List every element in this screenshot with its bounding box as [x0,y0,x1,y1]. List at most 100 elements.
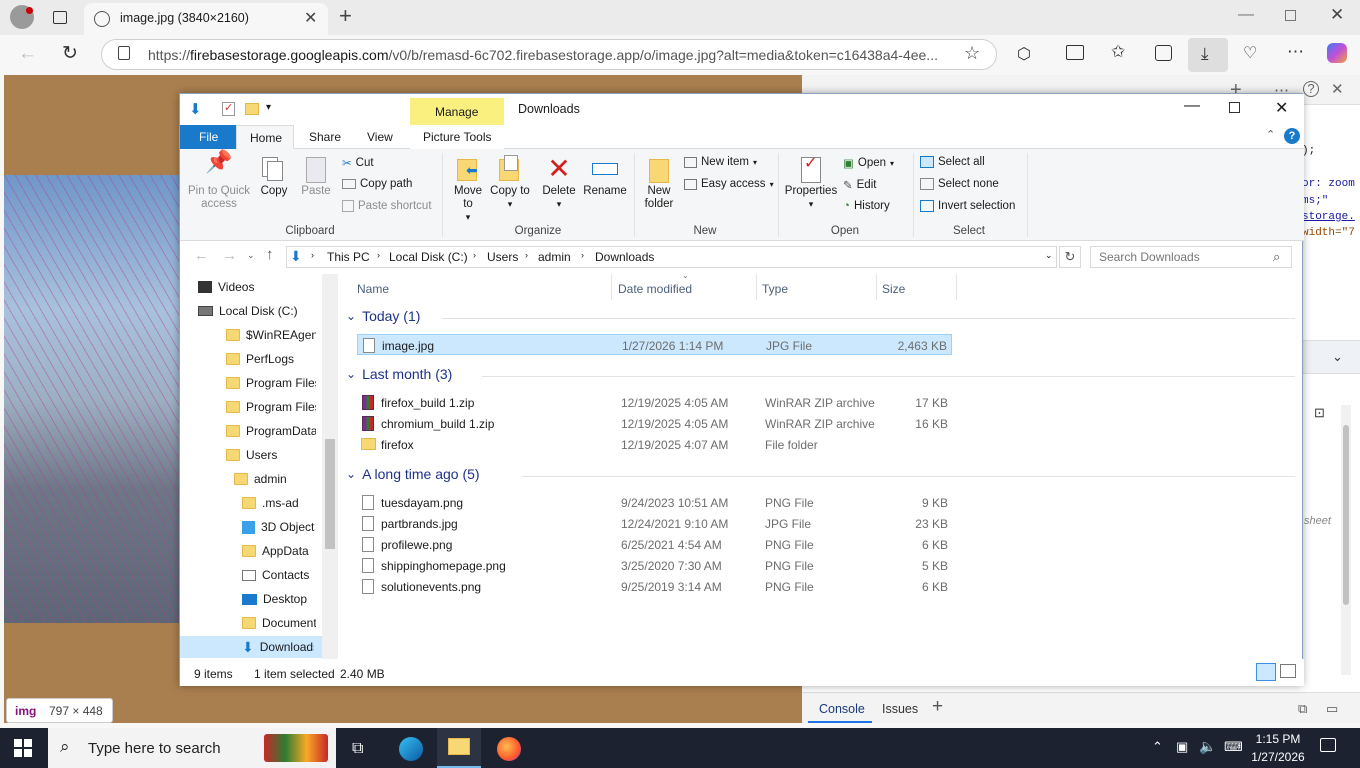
tab-actions-icon[interactable] [50,7,70,27]
nav-item[interactable]: $WinREAgent [226,324,316,346]
taskbar-search-input[interactable]: ⌕ Type here to search [48,728,336,768]
favorites-icon[interactable]: ✩ [1111,42,1125,62]
nav-scroll-thumb[interactable] [325,439,335,549]
nav-item[interactable]: Desktop [242,588,307,610]
explorer-taskbar-button[interactable] [437,728,481,768]
close-button[interactable]: ✕ [1330,5,1344,25]
history-button[interactable]: ◔ History [843,200,890,212]
file-row[interactable]: shippinghomepage.png 3/25/2020 7:30 AM PNG… [357,555,952,576]
recent-locations-icon[interactable]: ⌄ [247,250,255,261]
explorer-close-button[interactable]: ✕ [1275,98,1288,118]
explorer-minimize-button[interactable]: — [1184,97,1200,115]
paste-shortcut-button[interactable]: Paste shortcut [342,200,432,212]
help-icon[interactable]: ? [1284,128,1300,144]
nav-item[interactable]: Documents [242,612,316,634]
file-row[interactable]: firefox_build 1.zip 12/19/2025 4:05 AM Win… [357,392,952,413]
column-name[interactable]: Name [357,282,389,296]
devtools-scrollbar[interactable] [1341,405,1351,675]
dock-icon[interactable]: ▭ [1326,701,1338,717]
chevron-down-icon[interactable]: ⌄ [346,367,356,381]
network-icon[interactable]: ▣ [1176,739,1188,755]
chevron-down-icon[interactable]: ⌄ [1332,349,1343,365]
tab-home[interactable]: Home [236,125,294,150]
undock-icon[interactable]: ⧉ [1298,701,1307,717]
explorer-maximize-button[interactable] [1229,102,1240,113]
breadcrumb[interactable]: ⬇ › This PC › Local Disk (C:) › Users › … [286,246,1057,268]
large-icons-view-icon[interactable] [1280,664,1296,678]
downloads-button[interactable]: ⤓ [1188,38,1228,72]
copy-path-button[interactable]: Copy path [342,178,412,190]
column-date-modified[interactable]: Date modified [618,282,692,296]
collections-icon[interactable] [1155,45,1172,61]
new-item-button[interactable]: New item ▾ [684,156,757,168]
file-row[interactable]: solutionevents.png 9/25/2019 3:14 AM PNG F… [357,576,952,597]
lock-icon[interactable] [118,46,130,60]
volume-icon[interactable]: 🔈 [1199,738,1216,755]
tab-issues[interactable]: Issues [882,702,918,716]
properties-button[interactable]: ✓ Properties ▾ [782,155,840,211]
new-folder-qa-icon[interactable] [245,103,259,115]
new-tab-button[interactable]: + [339,3,352,29]
nav-up-button[interactable]: ↑ [266,246,274,263]
add-drawer-tab-icon[interactable]: + [932,696,943,718]
file-row[interactable]: firefox 12/19/2025 4:07 AM File folder [357,434,952,455]
task-view-icon[interactable]: ⧉ [352,740,363,758]
notification-center-icon[interactable] [1320,738,1336,752]
file-row[interactable]: tuesdayam.png 9/24/2023 10:51 AM PNG File 9… [357,492,952,513]
properties-qa-icon[interactable]: ✓ [222,102,235,116]
file-row[interactable]: chromium_build 1.zip 12/19/2025 4:05 AM Wi… [357,413,952,434]
breadcrumb-users[interactable]: Users [487,250,518,264]
more-menu-icon[interactable]: ⋯ [1287,42,1304,62]
new-folder-button[interactable]: New folder [638,155,680,211]
styles-section-header[interactable]: ⌄ [1302,340,1360,374]
column-size[interactable]: Size [882,282,905,296]
nav-item[interactable]: 3D Objects [242,516,315,538]
nav-item[interactable]: ⬇ Downloads [180,636,322,658]
nav-item[interactable]: PerfLogs [226,348,294,370]
manage-context-tab[interactable]: Manage [410,98,504,125]
nav-item[interactable]: admin [234,468,287,490]
paste-button[interactable]: Paste [298,155,334,198]
browser-tab[interactable]: image.jpg (3840×2160) ✕ [84,3,328,35]
nav-item[interactable]: AppData [242,540,309,562]
nav-forward-button[interactable]: → [222,247,237,264]
breadcrumb-this-pc[interactable]: This PC [327,250,370,264]
tab-file[interactable]: File [180,125,236,149]
devtools-close-icon[interactable]: ✕ [1331,80,1344,98]
nav-item[interactable]: ProgramData [226,420,316,442]
pin-to-quick-access-button[interactable]: 📌 Pin to Quick access [186,151,252,211]
clock-date[interactable]: 1/27/2026 [1249,750,1307,764]
reload-button[interactable]: ↻ [62,42,78,65]
edge-taskbar-icon[interactable] [399,737,423,761]
nav-item[interactable]: .ms-ad [242,492,299,514]
nav-item[interactable]: Contacts [242,564,309,586]
language-icon[interactable]: ⌨ [1224,739,1243,755]
delete-button[interactable]: ✕ Delete ▾ [538,155,580,211]
select-all-button[interactable]: Select all [920,156,985,168]
nav-item[interactable]: Program Files [226,372,316,394]
file-row[interactable]: partbrands.jpg 12/24/2021 9:10 AM JPG File… [357,513,952,534]
favorite-star-icon[interactable]: ☆ [964,43,980,64]
new-style-rule-icon[interactable]: ⊡ [1314,405,1325,421]
move-to-button[interactable]: ⬅ Move to ▾ [448,155,488,224]
copy-to-button[interactable]: Copy to ▾ [490,155,530,211]
edit-button[interactable]: ✎ Edit [843,178,876,192]
search-input[interactable]: Search Downloads ⌕ [1090,246,1292,268]
extensions-icon[interactable]: ⬡ [1017,44,1031,64]
column-type[interactable]: Type [762,282,788,296]
minimize-button[interactable]: — [1238,6,1254,24]
quick-access-down-icon[interactable]: ⬇ [189,100,202,118]
copy-button[interactable]: Copy [256,155,292,198]
nav-back-button[interactable]: ← [194,247,209,264]
profile-avatar-icon[interactable] [10,5,34,29]
browser-essentials-icon[interactable]: ♡ [1243,43,1257,63]
breadcrumb-admin[interactable]: admin [538,250,571,264]
tab-share[interactable]: Share [309,130,341,144]
help-icon[interactable]: ? [1303,81,1319,97]
file-row[interactable]: profilewe.png 6/25/2021 4:54 AM PNG File 6 … [357,534,952,555]
open-button[interactable]: ▣ Open ▾ [843,156,894,170]
back-button[interactable]: ← [18,43,37,65]
cut-button[interactable]: ✂ Cut [342,156,374,170]
tab-close-icon[interactable]: ✕ [304,8,317,28]
split-screen-icon[interactable] [1066,45,1084,60]
